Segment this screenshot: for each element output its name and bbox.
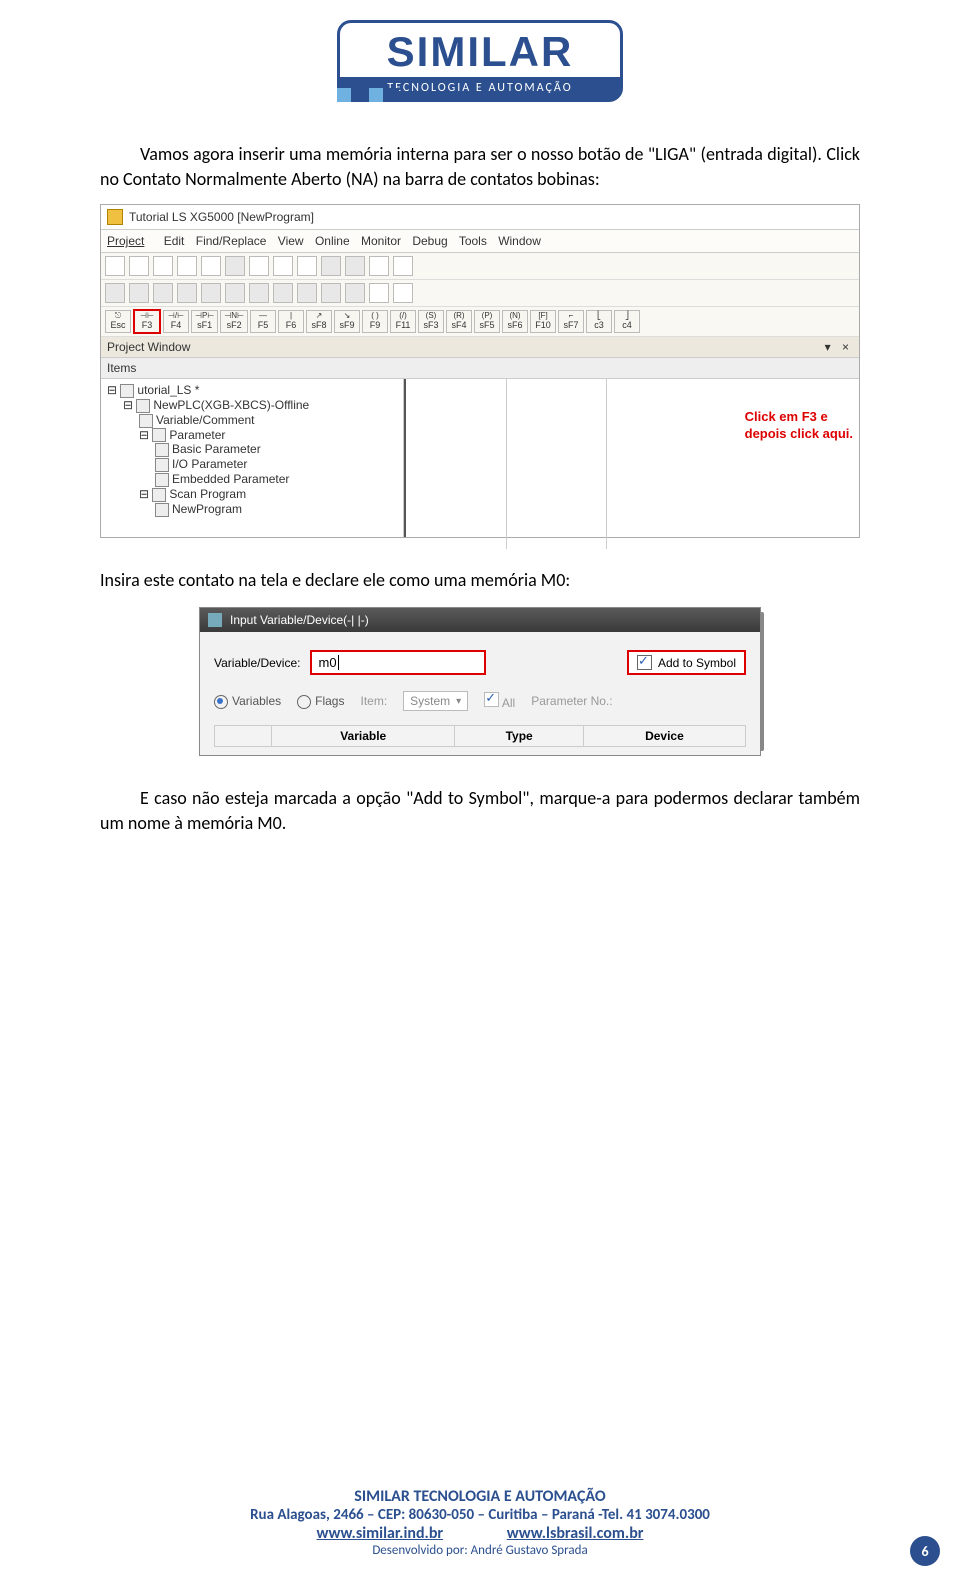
fn-sf1[interactable]: ⊣P⊢sF1 bbox=[191, 310, 218, 333]
add-to-symbol-checkbox[interactable]: Add to Symbol bbox=[627, 650, 746, 675]
variable-input[interactable]: m0 bbox=[310, 650, 486, 675]
toolbar-icon[interactable] bbox=[105, 283, 125, 303]
fn-f3[interactable]: ⊣⊢F3 bbox=[133, 309, 161, 334]
chevron-down-icon: ▾ bbox=[456, 696, 461, 707]
dialog-title: Input Variable/Device(-| |-) bbox=[230, 613, 369, 627]
fn-f4[interactable]: ⊣/⊢F4 bbox=[163, 310, 189, 333]
page-number: 6 bbox=[910, 1536, 940, 1566]
variable-table: Variable Type Device bbox=[214, 725, 746, 747]
fn-c3[interactable]: ⎣c3 bbox=[586, 310, 612, 333]
toolbar-icon[interactable] bbox=[129, 283, 149, 303]
logo-text: SIMILAR bbox=[340, 31, 620, 73]
vd-label: Variable/Device: bbox=[214, 656, 300, 670]
app-icon bbox=[107, 209, 123, 225]
fn-esc[interactable]: ⎋Esc bbox=[105, 310, 131, 333]
fn-sf3[interactable]: (S)sF3 bbox=[418, 310, 444, 333]
toolbar-icon[interactable] bbox=[129, 256, 149, 276]
toolbar-icon[interactable] bbox=[321, 283, 341, 303]
toolbar-icon[interactable] bbox=[345, 256, 365, 276]
paragraph-3: E caso não esteja marcada a opção "Add t… bbox=[100, 786, 860, 836]
fn-f5[interactable]: —F5 bbox=[250, 310, 276, 333]
fn-f11[interactable]: (/)F11 bbox=[390, 310, 416, 333]
toolbar-icon[interactable] bbox=[225, 283, 245, 303]
item-label: Item: bbox=[360, 694, 387, 708]
toolbar-icon[interactable] bbox=[321, 256, 341, 276]
toolbar-icon[interactable] bbox=[273, 256, 293, 276]
all-checkbox[interactable]: All bbox=[484, 692, 515, 710]
pin-icon[interactable]: ▾ bbox=[825, 340, 835, 354]
menu-project[interactable]: Project bbox=[107, 234, 152, 248]
footer-company: SIMILAR TECNOLOGIA E AUTOMAÇÃO bbox=[50, 1487, 910, 1506]
menu-online[interactable]: Online bbox=[315, 234, 350, 248]
fn-sf5[interactable]: (P)sF5 bbox=[474, 310, 500, 333]
toolbar-icon[interactable] bbox=[105, 256, 125, 276]
col-type[interactable]: Type bbox=[455, 726, 583, 747]
dialog-icon bbox=[208, 613, 222, 627]
toolbar-icon[interactable] bbox=[345, 283, 365, 303]
col-variable[interactable]: Variable bbox=[272, 726, 455, 747]
fn-sf9[interactable]: ↘sF9 bbox=[334, 310, 360, 333]
page-footer: SIMILAR TECNOLOGIA E AUTOMAÇÃO Rua Alago… bbox=[50, 1487, 910, 1558]
window-title: Tutorial LS XG5000 [NewProgram] bbox=[129, 210, 314, 224]
toolbar-icon[interactable] bbox=[177, 283, 197, 303]
item-select[interactable]: System▾ bbox=[403, 691, 468, 711]
ladder-editor[interactable]: Click em F3 e depois click aqui. bbox=[404, 379, 859, 537]
menu-view[interactable]: View bbox=[278, 234, 304, 248]
menu-debug[interactable]: Debug bbox=[412, 234, 447, 248]
paragraph-1: Vamos agora inserir uma memória interna … bbox=[100, 142, 860, 192]
paragraph-2: Insira este contato na tela e declare el… bbox=[100, 568, 860, 593]
menu-edit[interactable]: Edit bbox=[164, 234, 185, 248]
param-label: Parameter No.: bbox=[531, 694, 612, 708]
close-icon[interactable]: × bbox=[842, 340, 853, 354]
fn-sf8[interactable]: ↗sF8 bbox=[306, 310, 332, 333]
menu-find[interactable]: Find/Replace bbox=[196, 234, 267, 248]
toolbar-icon[interactable] bbox=[393, 283, 413, 303]
radio-variables[interactable]: Variables bbox=[214, 694, 281, 709]
fn-sf7[interactable]: ⌐sF7 bbox=[558, 310, 584, 333]
toolbar-icon[interactable] bbox=[249, 283, 269, 303]
project-window-title: Project Window bbox=[107, 340, 190, 354]
fn-c4[interactable]: ⎦c4 bbox=[614, 310, 640, 333]
toolbar-icon[interactable] bbox=[369, 283, 389, 303]
brand-logo: SIMILAR TECNOLOGIA E AUTOMAÇÃO bbox=[337, 20, 623, 102]
contact-toolbar: ⎋Esc ⊣⊢F3 ⊣/⊢F4 ⊣P⊢sF1 ⊣N⊢sF2 —F5 |F6 ↗s… bbox=[101, 307, 859, 337]
toolbar-icon[interactable] bbox=[225, 256, 245, 276]
toolbar-icon[interactable] bbox=[393, 256, 413, 276]
menu-monitor[interactable]: Monitor bbox=[361, 234, 401, 248]
fn-f9[interactable]: ( )F9 bbox=[362, 310, 388, 333]
col-device[interactable]: Device bbox=[583, 726, 745, 747]
screenshot-xg5000: Tutorial LS XG5000 [NewProgram] Project … bbox=[100, 204, 860, 538]
fn-sf6[interactable]: (N)sF6 bbox=[502, 310, 528, 333]
fn-sf4[interactable]: (R)sF4 bbox=[446, 310, 472, 333]
items-header: Items bbox=[101, 358, 859, 379]
toolbar-icon[interactable] bbox=[297, 256, 317, 276]
radio-flags[interactable]: Flags bbox=[297, 694, 344, 709]
toolbar-icon[interactable] bbox=[201, 256, 221, 276]
footer-link-1[interactable]: www.similar.ind.br bbox=[317, 1524, 444, 1543]
footer-link-2[interactable]: www.lsbrasil.com.br bbox=[507, 1524, 644, 1543]
footer-address: Rua Alagoas, 2466 – CEP: 80630-050 – Cur… bbox=[50, 1506, 910, 1524]
fn-f6[interactable]: |F6 bbox=[278, 310, 304, 333]
toolbar-icon[interactable] bbox=[273, 283, 293, 303]
footer-author: Desenvolvido por: André Gustavo Sprada bbox=[50, 1543, 910, 1558]
toolbar-icon[interactable] bbox=[201, 283, 221, 303]
toolbar-icon[interactable] bbox=[177, 256, 197, 276]
screenshot-dialog: Input Variable/Device(-| |-) Variable/De… bbox=[199, 607, 761, 756]
toolbar-icon[interactable] bbox=[153, 256, 173, 276]
fn-f10[interactable]: [F]F10 bbox=[530, 310, 556, 333]
toolbar-icon[interactable] bbox=[369, 256, 389, 276]
col-blank bbox=[215, 726, 272, 747]
menu-tools[interactable]: Tools bbox=[459, 234, 487, 248]
project-tree[interactable]: ⊟ utorial_LS * ⊟ NewPLC(XGB-XBCS)-Offlin… bbox=[101, 379, 404, 537]
fn-sf2[interactable]: ⊣N⊢sF2 bbox=[220, 310, 248, 333]
menu-bar: Project Edit Find/Replace View Online Mo… bbox=[101, 230, 859, 253]
checkbox-icon bbox=[637, 655, 652, 670]
toolbar-2 bbox=[101, 280, 859, 307]
toolbar-1 bbox=[101, 253, 859, 280]
toolbar-icon[interactable] bbox=[249, 256, 269, 276]
toolbar-icon[interactable] bbox=[297, 283, 317, 303]
toolbar-icon[interactable] bbox=[153, 283, 173, 303]
menu-window[interactable]: Window bbox=[498, 234, 541, 248]
hint-annotation: Click em F3 e depois click aqui. bbox=[745, 409, 853, 443]
